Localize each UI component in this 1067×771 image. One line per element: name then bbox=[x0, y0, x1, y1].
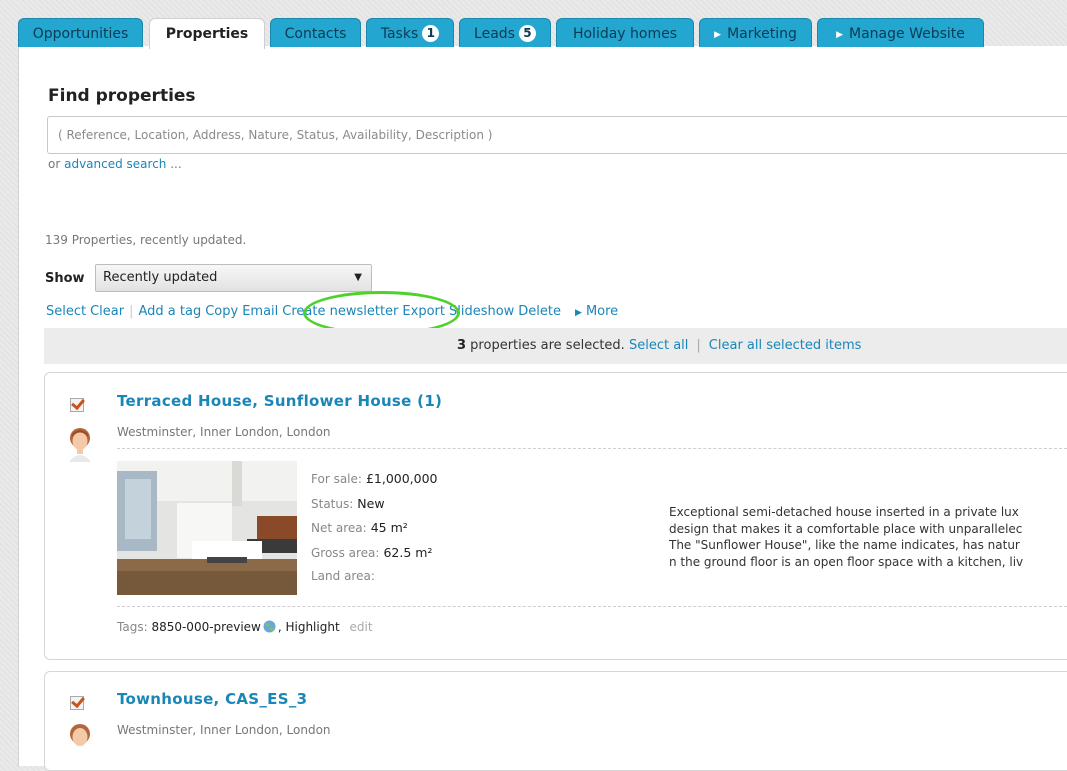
email-action[interactable]: Email bbox=[242, 304, 278, 319]
dropdown-arrow-icon: ▼ bbox=[354, 272, 362, 283]
export-action[interactable]: Export bbox=[402, 304, 445, 319]
clear-all-link[interactable]: Clear all selected items bbox=[709, 338, 862, 353]
advanced-search-row: or advanced search ... bbox=[48, 157, 182, 171]
selected-count: 3 bbox=[457, 338, 467, 353]
price-value: £1,000,000 bbox=[365, 471, 438, 486]
globe-icon bbox=[263, 620, 276, 633]
tab-label: Opportunities bbox=[32, 26, 129, 42]
show-label: Show bbox=[45, 271, 85, 286]
agent-avatar bbox=[70, 724, 90, 746]
property-details: For sale: £1,000,000 Status: New Net area:… bbox=[311, 467, 438, 589]
tab-contacts[interactable]: Contacts bbox=[270, 18, 361, 47]
property-description: Exceptional semi-detached house inserted… bbox=[669, 504, 1067, 570]
description-line: n the ground floor is an open floor spac… bbox=[669, 554, 1024, 569]
tab-marketing[interactable]: ▶ Marketing bbox=[699, 18, 812, 47]
copy-action[interactable]: Copy bbox=[205, 304, 238, 319]
description-line: design that makes it a comfortable place… bbox=[669, 521, 1023, 536]
leads-count-badge: 5 bbox=[518, 25, 536, 42]
property-location: Westminster, Inner London, London bbox=[117, 425, 331, 439]
selected-text: properties are selected. bbox=[466, 338, 625, 353]
sort-select[interactable]: Recently updated ▼ bbox=[95, 264, 372, 292]
property-photo[interactable] bbox=[117, 461, 297, 595]
or-text: or bbox=[48, 157, 65, 171]
selection-summary: 3 properties are selected. Select all | Cl… bbox=[457, 328, 861, 364]
ellipsis-text: ... bbox=[166, 157, 182, 171]
caret-right-icon: ▶ bbox=[836, 30, 844, 40]
tasks-count-badge: 1 bbox=[422, 25, 440, 42]
land-area-label: Land area: bbox=[311, 569, 375, 583]
more-action[interactable]: More bbox=[586, 304, 618, 319]
description-line: The "Sunflower House", like the name ind… bbox=[669, 538, 1020, 552]
divider bbox=[117, 448, 1067, 449]
property-title-link[interactable]: Terraced House, Sunflower House (1) bbox=[117, 392, 442, 410]
tab-properties[interactable]: Properties bbox=[149, 18, 265, 49]
tab-holiday-homes[interactable]: Holiday homes bbox=[556, 18, 694, 47]
advanced-search-link[interactable]: advanced search bbox=[64, 157, 166, 171]
select-action[interactable]: Select bbox=[46, 304, 86, 319]
select-all-link[interactable]: Select all bbox=[629, 338, 688, 353]
description-line: Exceptional semi-detached house inserted… bbox=[669, 505, 1019, 519]
tab-tasks[interactable]: Tasks 1 bbox=[366, 18, 454, 47]
tab-leads[interactable]: Leads 5 bbox=[459, 18, 551, 47]
caret-right-icon: ▶ bbox=[714, 30, 722, 40]
tab-label: Contacts bbox=[284, 26, 347, 42]
property-title-link[interactable]: Townhouse, CAS_ES_3 bbox=[117, 690, 307, 708]
property-checkbox[interactable] bbox=[70, 398, 84, 412]
slideshow-action[interactable]: Slideshow bbox=[449, 304, 514, 319]
caret-right-icon: ▶ bbox=[575, 308, 582, 318]
status-value: New bbox=[357, 495, 385, 511]
net-area-value: 45 m² bbox=[370, 520, 408, 535]
tab-label: Manage Website bbox=[849, 26, 965, 42]
search-input[interactable] bbox=[47, 116, 1067, 154]
divider bbox=[117, 606, 1067, 607]
edit-tags-link[interactable]: edit bbox=[349, 620, 372, 634]
property-location: Westminster, Inner London, London bbox=[117, 723, 331, 737]
bulk-actions-toolbar: Select Clear | Add a tag Copy Email Create new… bbox=[46, 304, 622, 319]
tab-label: Properties bbox=[165, 26, 249, 42]
price-label: For sale: bbox=[311, 472, 362, 486]
create-newsletter-action[interactable]: Create newsletter bbox=[282, 304, 398, 319]
property-tags: Tags: 8850-000-preview , Highlight edit bbox=[117, 620, 373, 634]
page-title: Find properties bbox=[48, 86, 196, 106]
tag[interactable]: 8850-000-preview bbox=[151, 620, 260, 634]
net-area-label: Net area: bbox=[311, 521, 367, 535]
gross-area-value: 62.5 m² bbox=[383, 544, 433, 560]
tab-label: Tasks bbox=[380, 26, 419, 42]
delete-action[interactable]: Delete bbox=[518, 304, 561, 319]
gross-area-label: Gross area: bbox=[311, 545, 380, 560]
results-count: 139 Properties, recently updated. bbox=[45, 233, 247, 247]
sort-select-value: Recently updated bbox=[103, 270, 218, 285]
selection-bar: 3 properties are selected. Select all | Cl… bbox=[44, 328, 1067, 364]
tags-label: Tags: bbox=[117, 620, 148, 634]
add-tag-action[interactable]: Add a tag bbox=[139, 304, 202, 319]
agent-avatar bbox=[69, 428, 91, 462]
property-card: Townhouse, CAS_ES_3 Westminster, Inner L… bbox=[44, 671, 1067, 771]
tab-label: Marketing bbox=[727, 26, 797, 42]
property-card: Terraced House, Sunflower House (1) West… bbox=[44, 372, 1067, 660]
tab-label: Leads bbox=[474, 26, 515, 42]
selection-separator: | bbox=[696, 338, 701, 353]
tab-opportunities[interactable]: Opportunities bbox=[18, 18, 143, 47]
toolbar-separator: | bbox=[129, 304, 134, 319]
property-checkbox[interactable] bbox=[70, 696, 84, 710]
tag[interactable]: , Highlight bbox=[278, 620, 340, 634]
clear-action[interactable]: Clear bbox=[90, 304, 124, 319]
tab-label: Holiday homes bbox=[572, 26, 678, 42]
tab-manage-website[interactable]: ▶ Manage Website bbox=[817, 18, 984, 47]
status-label: Status: bbox=[311, 496, 354, 511]
